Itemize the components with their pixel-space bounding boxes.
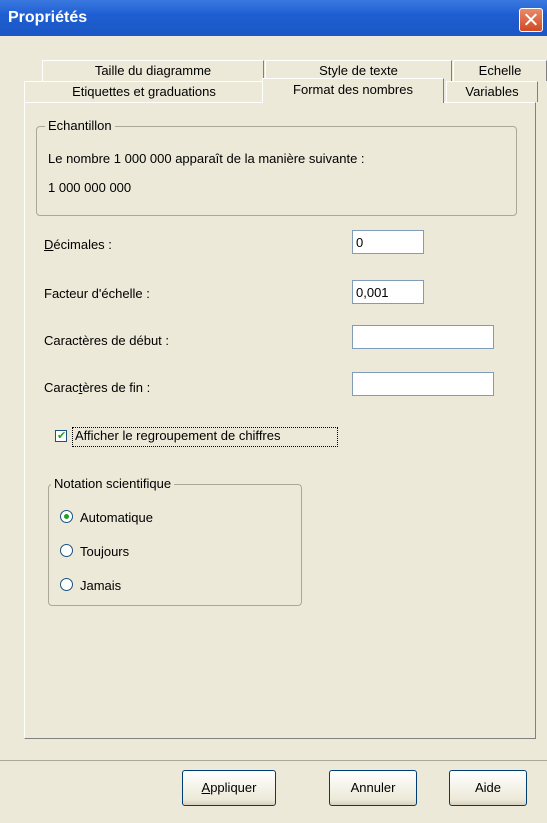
decimals-label: Décimales : (44, 237, 112, 252)
sample-text: Le nombre 1 000 000 apparaît de la maniè… (48, 151, 365, 166)
suffix-field[interactable] (352, 372, 494, 396)
checkmark-icon: ✔ (57, 430, 67, 442)
tab-label: Variables (465, 84, 519, 99)
tab-format-des-nombres[interactable]: Format des nombres (262, 78, 444, 103)
suffix-label: Caractères de fin : (44, 380, 151, 395)
grouping-label[interactable]: Afficher le regroupement de chiffres (75, 428, 280, 443)
tab-taille-du-diagramme[interactable]: Taille du diagramme (42, 60, 264, 81)
grouping-checkbox[interactable]: ✔ (55, 430, 67, 442)
close-button[interactable] (519, 8, 543, 32)
radio-jamais-label[interactable]: Jamais (80, 578, 121, 593)
sample-group: Echantillon (36, 118, 517, 216)
tab-label: Style de texte (319, 63, 398, 78)
tab-label: Taille du diagramme (94, 63, 212, 78)
tab-label: Echelle (478, 63, 522, 78)
tab-variables[interactable]: Variables (446, 81, 538, 102)
radio-selected-dot (64, 514, 69, 519)
prefix-label: Caractères de début : (44, 333, 170, 348)
decimals-field[interactable] (352, 230, 424, 254)
apply-button[interactable]: Appliquer (182, 770, 276, 806)
prefix-field[interactable] (352, 325, 494, 349)
title-bar: Propriétés (0, 0, 547, 36)
sample-value: 1 000 000 000 (48, 180, 132, 195)
scale-factor-field[interactable] (352, 280, 424, 304)
radio-toujours-label[interactable]: Toujours (80, 544, 129, 559)
sample-legend: Echantillon (45, 118, 115, 133)
scale-label: Facteur d'échelle : (44, 286, 150, 301)
help-button[interactable]: Aide (449, 770, 527, 806)
radio-toujours[interactable] (60, 544, 73, 557)
tab-echelle[interactable]: Echelle (453, 60, 547, 81)
bottom-divider (0, 760, 547, 761)
radio-automatique-label[interactable]: Automatique (80, 510, 153, 525)
cancel-button[interactable]: Annuler (329, 770, 417, 806)
radio-jamais[interactable] (60, 578, 73, 591)
scientific-legend: Notation scientifique (51, 476, 175, 491)
tab-label: Etiquettes et graduations (72, 84, 216, 99)
window-title: Propriétés (8, 9, 88, 26)
radio-automatique[interactable] (60, 510, 73, 523)
close-icon (524, 12, 538, 26)
tab-label: Format des nombres (293, 82, 413, 97)
tab-etiquettes-et-graduations[interactable]: Etiquettes et graduations (24, 81, 264, 102)
